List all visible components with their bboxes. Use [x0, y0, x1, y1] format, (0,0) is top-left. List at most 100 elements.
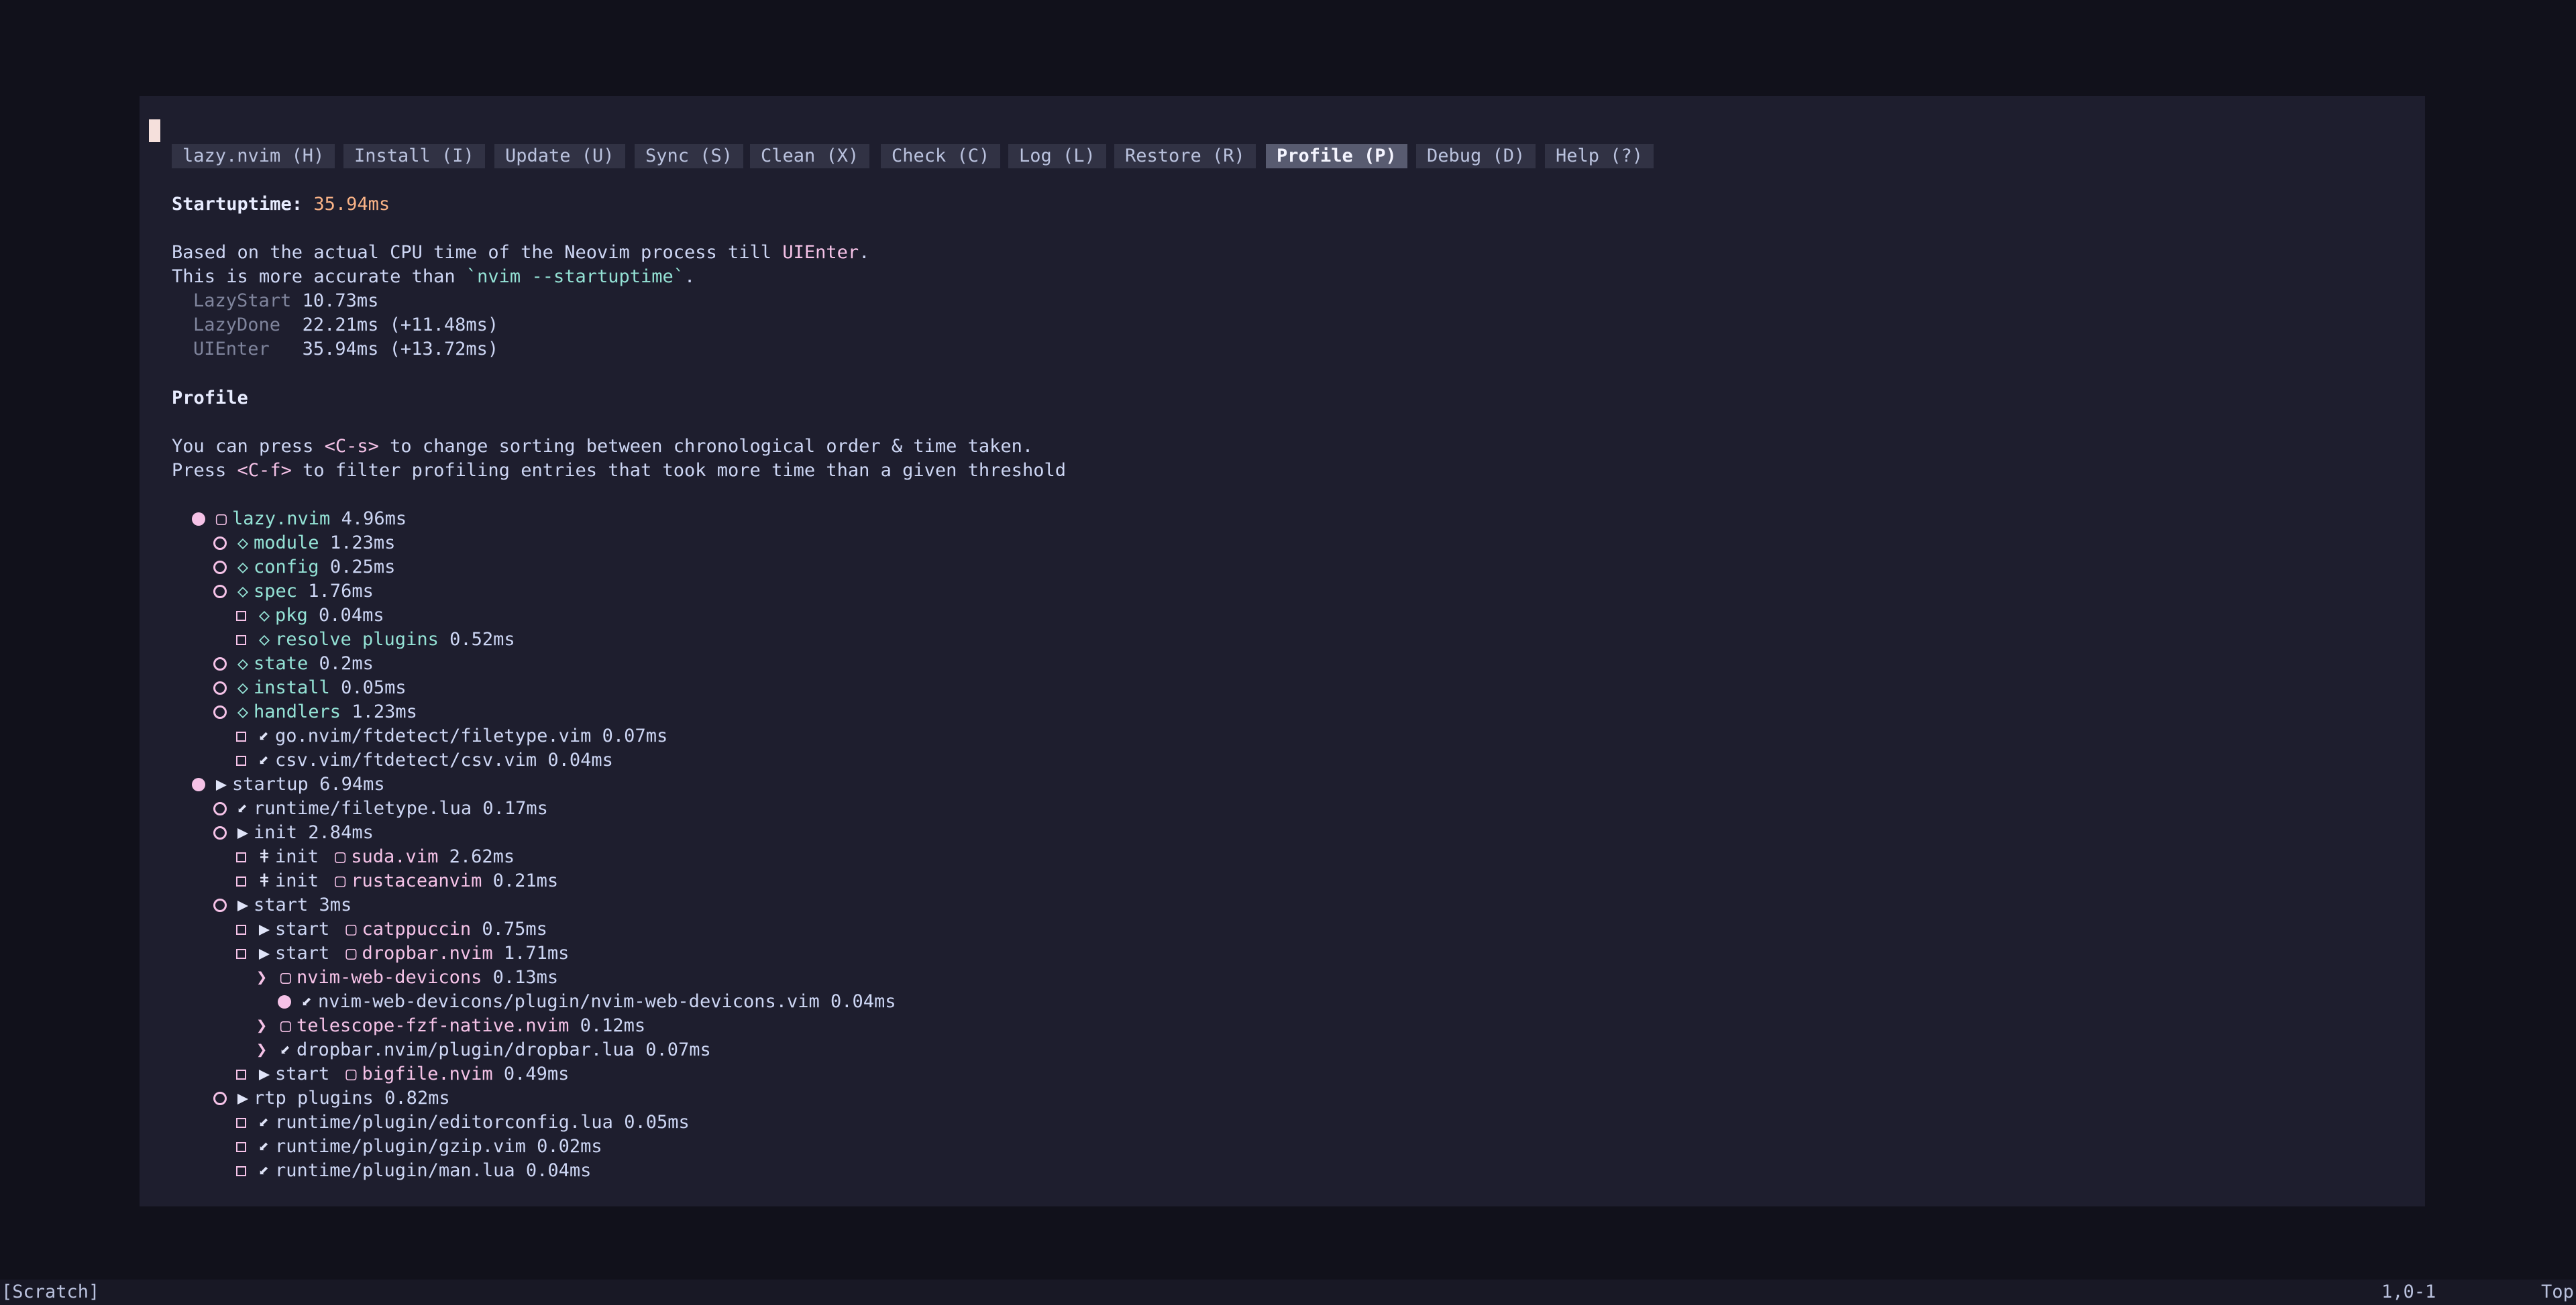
tree-row[interactable]: ▶ start ▢ catppuccin 0.75ms [232, 917, 547, 942]
tree-bullet-icon [211, 797, 232, 821]
tree-event-prefix: init [275, 870, 330, 891]
stat-name: LazyStart [193, 290, 292, 311]
event-icon: ▶ [237, 895, 249, 915]
tree-item-name: runtime/filetype.lua [254, 798, 472, 819]
tree-row[interactable]: ▶ startup 6.94ms [189, 773, 385, 797]
stat-row: LazyStart 10.73ms [193, 289, 378, 313]
source-icon: ⬋ [280, 1039, 292, 1060]
tree-row[interactable]: ▶ start ▢ dropbar.nvim 1.71ms [232, 942, 569, 966]
startup-description-1: Based on the actual CPU time of the Neov… [172, 241, 869, 265]
tab-clean[interactable]: Clean (X) [750, 144, 870, 168]
tree-item-time: 6.94ms [319, 774, 385, 795]
tree-row[interactable]: ⬋ runtime/plugin/editorconfig.lua 0.05ms [232, 1111, 690, 1135]
tree-item-name: nvim-web-devicons/plugin/nvim-web-devico… [318, 991, 820, 1012]
tree-row[interactable]: ▢nvim-web-devicons 0.13ms [254, 966, 558, 990]
tree-item-name: resolve plugins [275, 629, 439, 650]
source-icon: ⬋ [258, 726, 270, 746]
tree-item-time: 0.04ms [319, 605, 384, 626]
module-icon: ◇ [237, 653, 249, 674]
tree-row[interactable]: ǂ init ▢ suda.vim 2.62ms [232, 845, 515, 869]
tree-item-name: config [254, 557, 319, 577]
stat-name: UIEnter [193, 339, 292, 359]
tree-row[interactable]: ▶ init 2.84ms [211, 821, 374, 845]
tab-check[interactable]: Check (C) [881, 144, 1001, 168]
tree-item-name: install [254, 677, 330, 698]
stat-name: LazyDone [193, 315, 292, 335]
tree-item-time: 3ms [319, 895, 352, 915]
expand-chevron-icon[interactable] [254, 1014, 275, 1038]
tree-row[interactable]: ⬋ runtime/plugin/man.lua 0.04ms [232, 1159, 591, 1183]
tree-item-time: 0.05ms [341, 677, 407, 698]
tree-item-time: 0.04ms [830, 991, 896, 1012]
expand-chevron-icon[interactable] [254, 966, 275, 990]
tree-row[interactable]: ◇ resolve plugins 0.52ms [232, 628, 515, 652]
tree-item-time: 0.13ms [492, 967, 559, 988]
tree-row[interactable]: ⬋dropbar.nvim/plugin/dropbar.lua 0.07ms [254, 1038, 711, 1062]
tab-restore[interactable]: Restore (R) [1114, 144, 1256, 168]
startuptime-value: 35.94ms [313, 194, 390, 215]
tree-row[interactable]: ⬋ runtime/plugin/gzip.vim 0.02ms [232, 1135, 602, 1159]
tree-row[interactable]: ⬋ go.nvim/ftdetect/filetype.vim 0.07ms [232, 724, 667, 748]
tab-lazynvim[interactable]: lazy.nvim (H) [172, 144, 335, 168]
tab-install[interactable]: Install (I) [343, 144, 485, 168]
tree-item-time: 0.49ms [503, 1064, 570, 1084]
tree-item-time: 0.21ms [492, 870, 559, 891]
stat-row: UIEnter 35.94ms (+13.72ms) [193, 337, 498, 361]
init-icon: ǂ [258, 870, 270, 891]
tree-row[interactable]: ⬋ runtime/filetype.lua 0.17ms [211, 797, 548, 821]
tree-item-time: 0.12ms [580, 1015, 646, 1036]
tree-row[interactable]: ǂ init ▢ rustaceanvim 0.21ms [232, 869, 558, 893]
tab-help[interactable]: Help (?) [1545, 144, 1654, 168]
tab-sync[interactable]: Sync (S) [635, 144, 744, 168]
tab-debug[interactable]: Debug (D) [1416, 144, 1536, 168]
tree-bullet-icon [211, 555, 232, 579]
source-icon: ⬋ [258, 1112, 270, 1133]
desc2-highlight: `nvim --startuptime` [466, 266, 685, 287]
module-icon: ◇ [237, 701, 249, 722]
tab-profile[interactable]: Profile (P) [1266, 144, 1407, 168]
tree-row[interactable]: ◇ install 0.05ms [211, 676, 407, 700]
tree-row[interactable]: ⬋ nvim-web-devicons/plugin/nvim-web-devic… [275, 990, 896, 1014]
tree-bullet-icon [232, 1062, 254, 1086]
tree-item-time: 0.17ms [482, 798, 548, 819]
tree-row[interactable]: ▢ lazy.nvim 4.96ms [189, 507, 407, 531]
tree-row[interactable]: ◇ config 0.25ms [211, 555, 395, 579]
expand-chevron-icon[interactable] [254, 1038, 275, 1062]
source-icon: ⬋ [258, 1136, 270, 1157]
tree-item-name: runtime/plugin/editorconfig.lua [275, 1112, 613, 1133]
tree-item-name: nvim-web-devicons [297, 967, 482, 988]
tree-item-time: 0.04ms [525, 1160, 592, 1181]
tree-item-time: 0.05ms [624, 1112, 690, 1133]
tree-row[interactable]: ◇ module 1.23ms [211, 531, 395, 555]
tab-log[interactable]: Log (L) [1008, 144, 1106, 168]
module-icon: ◇ [237, 557, 249, 577]
tree-item-time: 2.84ms [308, 822, 374, 843]
tree-row[interactable]: ▶ start ▢ bigfile.nvim 0.49ms [232, 1062, 569, 1086]
tree-row[interactable]: ◇ state 0.2ms [211, 652, 374, 676]
tree-item-name: state [254, 653, 309, 674]
package-icon: ▢ [345, 943, 357, 964]
help2-text: Press [172, 460, 237, 481]
tree-item-name: catppuccin [362, 919, 472, 940]
text-cursor [149, 119, 160, 142]
package-icon: ▢ [345, 1064, 357, 1084]
tab-update[interactable]: Update (U) [494, 144, 625, 168]
tree-item-time: 0.04ms [547, 750, 613, 771]
tree-row[interactable]: ◇ handlers 1.23ms [211, 700, 417, 724]
tree-row[interactable]: ▢telescope-fzf-native.nvim 0.12ms [254, 1014, 645, 1038]
status-scroll-position: Top [2541, 1282, 2574, 1302]
tree-event-prefix: start [275, 943, 341, 964]
package-icon: ▢ [280, 967, 292, 988]
tree-item-name: telescope-fzf-native.nvim [297, 1015, 570, 1036]
tree-row[interactable]: ▶ rtp plugins 0.82ms [211, 1086, 450, 1111]
tree-row[interactable]: ◇ pkg 0.04ms [232, 604, 384, 628]
tree-item-time: 1.23ms [329, 532, 396, 553]
event-icon: ▶ [258, 919, 270, 940]
tree-row[interactable]: ▶ start 3ms [211, 893, 352, 917]
tree-item-name: csv.vim/ftdetect/csv.vim [275, 750, 537, 771]
tree-item-time: 0.75ms [482, 919, 547, 940]
tree-row[interactable]: ⬋ csv.vim/ftdetect/csv.vim 0.04ms [232, 748, 613, 773]
tree-row[interactable]: ◇ spec 1.76ms [211, 579, 374, 604]
tree-item-name: init [254, 822, 298, 843]
tree-item-time: 1.76ms [308, 581, 374, 602]
